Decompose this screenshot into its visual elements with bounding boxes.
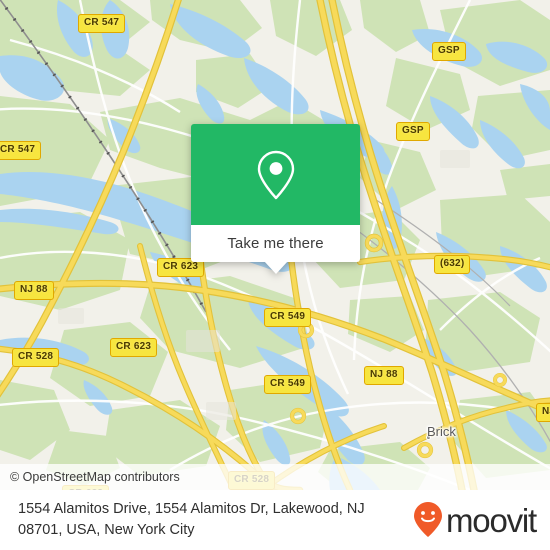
road-shield: CR 528 xyxy=(12,348,60,367)
road-shield: NJ 88 xyxy=(14,281,54,300)
road-shield: GSP xyxy=(396,122,430,141)
address-text: 1554 Alamitos Drive, 1554 Alamitos Dr, L… xyxy=(18,501,365,538)
road-shield: GSP xyxy=(432,42,466,61)
road-shield: NJ xyxy=(536,403,550,422)
place-label-brick: Brick xyxy=(427,424,456,439)
moovit-pin-smile-icon xyxy=(414,502,442,537)
road-shield: CR 623 xyxy=(110,338,158,357)
road-shield: CR 549 xyxy=(264,375,312,394)
card-tail xyxy=(263,261,288,274)
road-shield: CR 547 xyxy=(0,141,42,160)
take-me-there-label: Take me there xyxy=(227,235,324,252)
attribution-text: © OpenStreetMap contributors xyxy=(10,470,180,484)
moovit-logo[interactable]: moovit xyxy=(413,501,537,539)
road-shield: (632) xyxy=(434,255,471,274)
card-pin-area xyxy=(191,124,360,225)
take-me-there-card[interactable]: Take me there xyxy=(191,124,360,274)
card-label-area[interactable]: Take me there xyxy=(191,225,360,262)
road-shield: CR 547 xyxy=(78,14,126,33)
moovit-map-screen: CR 547 GSP GSP CR 547 CR 623 (632) NJ 88… xyxy=(0,0,550,550)
brand-name: moovit xyxy=(446,501,537,539)
map-pin-icon xyxy=(257,150,294,199)
road-shield: NJ 88 xyxy=(364,366,404,385)
road-shield: CR 549 xyxy=(264,308,312,327)
osm-map[interactable]: CR 547 GSP GSP CR 547 CR 623 (632) NJ 88… xyxy=(0,0,550,490)
footer-bar: 1554 Alamitos Drive, 1554 Alamitos Dr, L… xyxy=(0,490,550,550)
map-attribution[interactable]: © OpenStreetMap contributors xyxy=(0,464,550,490)
